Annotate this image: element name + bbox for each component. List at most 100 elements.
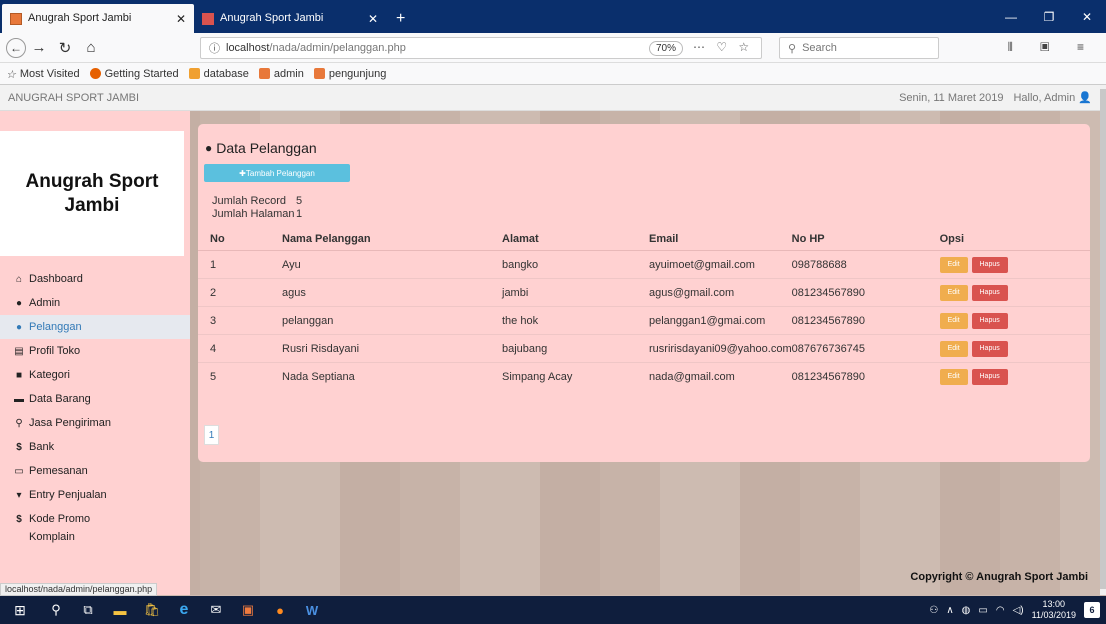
back-icon[interactable]: ← xyxy=(6,37,26,58)
sidebar-item-profil-toko[interactable]: ▤ Profil Toko xyxy=(0,339,190,363)
sidebar-item-label: Kategori xyxy=(29,369,70,381)
bookmark-admin[interactable]: admin xyxy=(258,68,304,80)
sidebar-item-dashboard[interactable]: ⌂ Dashboard xyxy=(0,267,190,291)
edit-button[interactable]: Edit xyxy=(939,312,968,329)
sidebar-item-data-barang[interactable]: ▬ Data Barang xyxy=(0,387,190,411)
new-tab-icon[interactable]: + xyxy=(386,4,415,33)
column-header-email[interactable]: Email xyxy=(649,227,792,251)
notification-icon[interactable]: 6 xyxy=(1084,602,1100,618)
sidebar-item-jasa-pengiriman[interactable]: ⚲ Jasa Pengiriman xyxy=(0,411,190,435)
library-icon[interactable]: ⫴ ▣ ≡ xyxy=(1008,40,1096,55)
minimize-icon[interactable]: — xyxy=(992,0,1030,33)
reload-icon[interactable]: ↻ xyxy=(52,39,78,57)
url-path: /nada/admin/pelanggan.php xyxy=(269,42,406,54)
bookmark-label: database xyxy=(203,67,249,80)
sidebar-item-kategori[interactable]: ■ Kategori xyxy=(0,363,190,387)
clock[interactable]: 13:00 11/03/2019 xyxy=(1032,599,1076,621)
tray-expand-icon[interactable]: ∧ xyxy=(946,605,953,616)
sidebar-item-label: Komplain xyxy=(29,531,75,543)
xampp-icon[interactable]: ▣ xyxy=(232,596,264,624)
window-controls: — ❐ ✕ xyxy=(992,0,1106,33)
column-header-nama[interactable]: Nama Pelanggan xyxy=(282,227,502,251)
task-view-icon[interactable]: ⧉ xyxy=(72,596,104,624)
sidebar-item-label: Dashboard xyxy=(29,273,83,285)
url-bar[interactable]: ⓘ localhost/nada/admin/pelanggan.php 70%… xyxy=(200,37,762,59)
sidebar-item-admin[interactable]: ● Admin xyxy=(0,291,190,315)
word-icon[interactable]: W xyxy=(296,596,328,624)
browser-tab-active[interactable]: Anugrah Sport Jambi ✕ xyxy=(2,4,194,33)
wifi-icon[interactable]: ◠ xyxy=(996,605,1005,616)
column-header-no[interactable]: No xyxy=(198,227,282,251)
firefox-icon[interactable]: ● xyxy=(264,596,296,624)
sidebar-item-label: Profil Toko xyxy=(29,345,81,357)
customer-table: No Nama Pelanggan Alamat Email No HP Ops… xyxy=(198,227,1090,391)
info-icon[interactable]: ⓘ xyxy=(209,40,220,56)
edit-button[interactable]: Edit xyxy=(939,368,968,385)
edit-button[interactable]: Edit xyxy=(939,256,968,273)
forward-icon[interactable]: → xyxy=(26,39,52,56)
comment-icon: ▭ xyxy=(14,465,24,477)
browser-tab[interactable]: Anugrah Sport Jambi ✕ xyxy=(194,4,386,33)
network-icon[interactable]: ◍ xyxy=(962,605,971,616)
search-input[interactable]: ⚲ Search xyxy=(779,37,939,59)
volume-icon[interactable]: ◁) xyxy=(1013,605,1024,616)
page-scrollbar[interactable] xyxy=(1100,85,1106,595)
sidebar-item-pemesanan[interactable]: ▭ Pemesanan xyxy=(0,459,190,483)
sidebar-item-entry-penjualan[interactable]: ▾ Entry Penjualan xyxy=(0,483,190,507)
cell-alamat: bajubang xyxy=(502,334,649,363)
windows-start-icon[interactable]: ⊞ xyxy=(0,596,40,624)
bookmark-pengunjung[interactable]: pengunjung xyxy=(313,68,386,80)
mail-icon[interactable]: ✉ xyxy=(200,596,232,624)
favicon-icon xyxy=(10,12,22,25)
cell-no: 1 xyxy=(198,250,282,279)
browser-nav-bar: ← → ↻ ⌂ ⓘ localhost/nada/admin/pelanggan… xyxy=(0,33,1106,63)
close-window-icon[interactable]: ✕ xyxy=(1068,0,1106,33)
footer-copyright: Copyright © Anugrah Sport Jambi xyxy=(910,571,1088,583)
home-icon[interactable]: ⌂ xyxy=(78,39,104,56)
bookmark-database[interactable]: database xyxy=(188,67,249,80)
zoom-indicator[interactable]: 70% xyxy=(649,41,684,56)
delete-button[interactable]: Hapus xyxy=(971,256,1008,273)
edit-button[interactable]: Edit xyxy=(939,284,968,301)
table-row: 3 pelanggan the hok pelanggan1@gmai.com … xyxy=(198,306,1090,335)
delete-button[interactable]: Hapus xyxy=(971,284,1008,301)
system-tray: ⚇ ∧ ◍ ▭ ◠ ◁) 13:00 11/03/2019 6 xyxy=(929,596,1106,624)
column-header-alamat[interactable]: Alamat xyxy=(502,227,649,251)
sidebar-item-label: Admin xyxy=(29,297,61,309)
people-icon[interactable]: ⚇ xyxy=(929,605,938,616)
close-tab-icon[interactable]: ✕ xyxy=(368,12,378,26)
edge-icon[interactable]: e xyxy=(168,596,200,624)
page-actions-icon[interactable]: ⋯ ♡ ☆ xyxy=(693,40,753,54)
sidebar-item-kode-promo[interactable]: $ Kode Promo xyxy=(0,507,190,531)
file-explorer-icon[interactable]: ▬ xyxy=(104,596,136,624)
cell-opsi: Edit Hapus xyxy=(939,334,1090,363)
delete-button[interactable]: Hapus xyxy=(971,340,1008,357)
pagination-page-1[interactable]: 1 xyxy=(204,425,219,445)
sidebar-item-pelanggan[interactable]: ● Pelanggan xyxy=(0,315,190,339)
battery-icon[interactable]: ▭ xyxy=(978,605,987,616)
column-header-nohp[interactable]: No HP xyxy=(791,227,940,251)
edit-button[interactable]: Edit xyxy=(939,340,968,357)
bookmark-most-visited[interactable]: ☆ Most Visited xyxy=(6,68,80,82)
record-count: Jumlah Record 5 xyxy=(212,195,302,207)
sidebar-item-bank[interactable]: $ Bank xyxy=(0,435,190,459)
database-icon xyxy=(188,68,200,79)
cart-icon: ▾ xyxy=(16,489,22,501)
delete-button[interactable]: Hapus xyxy=(971,312,1008,329)
store-icon[interactable]: 🛍 xyxy=(136,596,168,624)
favicon-icon xyxy=(313,68,325,79)
delete-button[interactable]: Hapus xyxy=(971,368,1008,385)
restore-icon[interactable]: ❐ xyxy=(1030,0,1068,33)
cell-nohp: 098788688 xyxy=(791,250,940,279)
cell-opsi: Edit Hapus xyxy=(939,278,1090,307)
sidebar-item-komplain[interactable]: Komplain xyxy=(0,531,190,543)
add-customer-button[interactable]: ✚ Tambah Pelanggan xyxy=(204,164,350,182)
table-row: 2 agus jambi agus@gmail.com 081234567890… xyxy=(198,278,1090,307)
search-icon[interactable]: ⚲ xyxy=(40,596,72,624)
url-host: localhost xyxy=(226,42,270,54)
bookmark-getting-started[interactable]: Getting Started xyxy=(89,68,179,80)
scrollbar-thumb[interactable] xyxy=(1100,89,1106,589)
site-title[interactable]: ANUGRAH SPORT JAMBI xyxy=(8,92,139,104)
greeting[interactable]: Hallo, Admin 👤 xyxy=(1013,91,1092,104)
close-tab-icon[interactable]: ✕ xyxy=(176,12,186,26)
